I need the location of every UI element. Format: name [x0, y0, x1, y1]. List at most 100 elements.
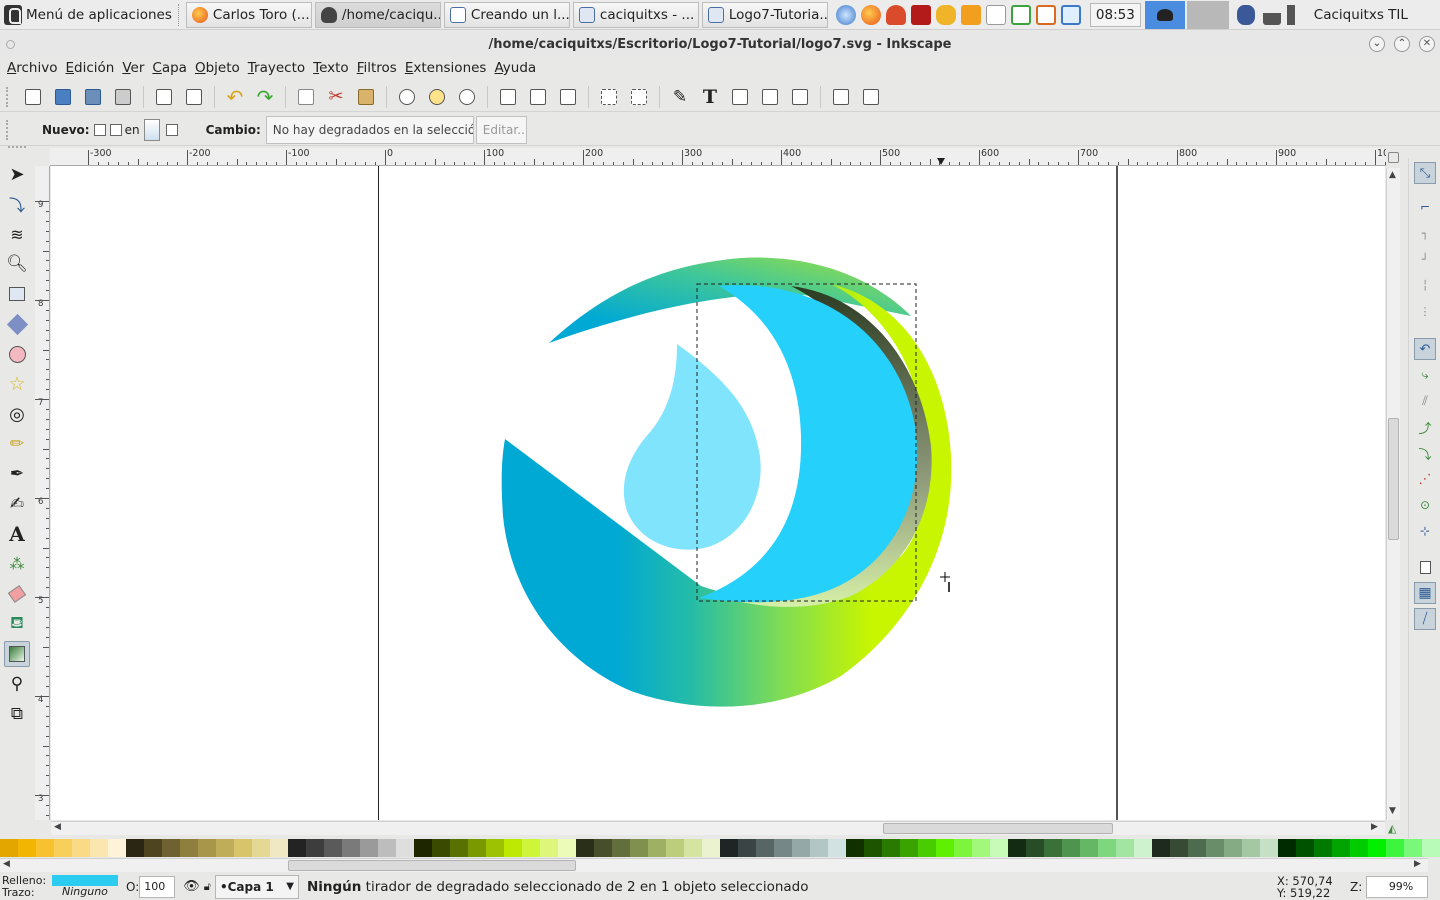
- cut-button[interactable]: ✂: [324, 85, 348, 109]
- zoom-tool[interactable]: 🔍︎: [4, 251, 30, 277]
- scroll-up-icon[interactable]: ▲: [1389, 170, 1396, 180]
- palette-swatch[interactable]: [1332, 839, 1350, 857]
- palette-swatch[interactable]: [522, 839, 540, 857]
- palette-swatch[interactable]: [1404, 839, 1422, 857]
- palette-swatch[interactable]: [576, 839, 594, 857]
- game-launcher-icon[interactable]: [885, 4, 906, 25]
- snap-rotation-toggle[interactable]: ⊹: [1414, 520, 1436, 542]
- volume-icon[interactable]: [1286, 4, 1307, 25]
- radial-gradient-toggle[interactable]: [109, 123, 122, 136]
- palette-swatch[interactable]: [1206, 839, 1224, 857]
- gradient-select[interactable]: No hay degradados en la selección: [265, 115, 474, 144]
- palette-swatch[interactable]: [144, 839, 162, 857]
- palette-scroll-left-icon[interactable]: ◀: [3, 859, 10, 869]
- palette-swatch[interactable]: [450, 839, 468, 857]
- tweak-tool[interactable]: ≋: [4, 221, 30, 247]
- palette-swatch[interactable]: [432, 839, 450, 857]
- menu-objeto[interactable]: Objeto: [191, 60, 244, 76]
- duplicate-button[interactable]: [496, 85, 520, 109]
- palette-swatch[interactable]: [90, 839, 108, 857]
- scroll-right-icon[interactable]: ▶: [1371, 822, 1378, 832]
- palette-swatch[interactable]: [792, 839, 810, 857]
- group-button[interactable]: [597, 85, 621, 109]
- palette-swatch[interactable]: [1008, 839, 1026, 857]
- layers-button[interactable]: [728, 85, 752, 109]
- palette-swatch[interactable]: [810, 839, 828, 857]
- horizontal-scroll-thumb[interactable]: [883, 823, 1113, 834]
- palette-swatch[interactable]: [234, 839, 252, 857]
- palette-swatch[interactable]: [306, 839, 324, 857]
- menu-ver[interactable]: Ver: [118, 60, 148, 76]
- new-document-button[interactable]: [21, 85, 45, 109]
- edit-gradient-button[interactable]: Editar...: [475, 115, 527, 144]
- palette-swatch[interactable]: [36, 839, 54, 857]
- spiral-tool[interactable]: ◎: [4, 401, 30, 427]
- copy-button[interactable]: [294, 85, 318, 109]
- clock[interactable]: 08:53: [1089, 2, 1141, 27]
- node-tool[interactable]: ⤵: [4, 191, 30, 217]
- spray-tool[interactable]: ⁂: [4, 551, 30, 577]
- snap-guides-toggle[interactable]: ⧸: [1414, 608, 1436, 630]
- close-button[interactable]: ✕: [1419, 36, 1435, 52]
- screenshot-launcher-icon[interactable]: [1060, 4, 1081, 25]
- network-signal-icon[interactable]: [1262, 4, 1281, 25]
- connector-tool[interactable]: ⧉: [4, 701, 30, 727]
- pen-tool[interactable]: ✒: [4, 461, 30, 487]
- layer-lock-icon[interactable]: 🔓︎: [204, 880, 211, 894]
- palette-swatch[interactable]: [1098, 839, 1116, 857]
- snap-smooth-toggle[interactable]: ⤵: [1414, 442, 1436, 464]
- palette-swatch[interactable]: [702, 839, 720, 857]
- workspace-1[interactable]: [1144, 0, 1185, 29]
- snap-bbox-centers-toggle[interactable]: ⋮: [1414, 300, 1436, 322]
- palette-swatch[interactable]: [270, 839, 288, 857]
- text-tool[interactable]: A: [4, 521, 30, 547]
- linear-gradient-toggle[interactable]: [93, 123, 106, 136]
- palette-swatch[interactable]: [504, 839, 522, 857]
- snap-enable-toggle[interactable]: ⤡: [1414, 162, 1436, 184]
- stroke-value[interactable]: Ninguno: [52, 886, 122, 898]
- rectangle-tool[interactable]: [4, 281, 30, 307]
- chromium-launcher-icon[interactable]: [835, 4, 856, 25]
- palette-swatch[interactable]: [828, 839, 846, 857]
- palette-scrollbar[interactable]: ◀ ▶: [0, 858, 1428, 872]
- document-properties-button[interactable]: [829, 85, 853, 109]
- edit-launcher-icon[interactable]: [960, 4, 981, 25]
- palette-swatch[interactable]: [630, 839, 648, 857]
- paint-bucket-tool[interactable]: ⛾: [4, 611, 30, 637]
- menu-trayecto[interactable]: Trayecto: [244, 60, 309, 76]
- palette-swatch[interactable]: [1224, 839, 1242, 857]
- palette-swatch[interactable]: [108, 839, 126, 857]
- drawing-canvas[interactable]: [51, 166, 1385, 820]
- palette-swatch[interactable]: [126, 839, 144, 857]
- gradient-tool[interactable]: [4, 641, 30, 667]
- snap-bbox-edges-toggle[interactable]: ┐: [1414, 222, 1436, 244]
- palette-swatch[interactable]: [540, 839, 558, 857]
- undo-button[interactable]: ↶: [223, 85, 247, 109]
- palette-swatch[interactable]: [252, 839, 270, 857]
- terminal-launcher-icon[interactable]: [910, 4, 931, 25]
- zoom-page-button[interactable]: [455, 85, 479, 109]
- palette-swatch[interactable]: [216, 839, 234, 857]
- snap-bbox-midpoints-toggle[interactable]: ╎: [1414, 274, 1436, 296]
- layer-visibility-icon[interactable]: 👁︎: [183, 879, 200, 894]
- workspace-2[interactable]: [1186, 0, 1229, 29]
- task-writer[interactable]: Creando un l...: [443, 1, 570, 28]
- snap-cusp-toggle[interactable]: ⤴: [1414, 416, 1436, 438]
- palette-swatch[interactable]: [684, 839, 702, 857]
- layer-select[interactable]: •Capa 1 ▼: [214, 874, 299, 899]
- ellipse-tool[interactable]: [4, 341, 30, 367]
- palette-swatch[interactable]: [1152, 839, 1170, 857]
- eraser-tool[interactable]: [4, 581, 30, 607]
- opacity-spinbox[interactable]: 100: [139, 875, 176, 898]
- redo-button[interactable]: ↷: [253, 85, 277, 109]
- print-button[interactable]: [111, 85, 135, 109]
- palette-swatch[interactable]: [360, 839, 378, 857]
- snap-paths-toggle[interactable]: ⤷: [1414, 364, 1436, 386]
- app-menu-button[interactable]: Menú de aplicaciones: [0, 1, 176, 29]
- palette-swatch[interactable]: [1296, 839, 1314, 857]
- palette-swatch[interactable]: [1350, 839, 1368, 857]
- toolbox-handle[interactable]: [8, 146, 26, 152]
- task-folder-2[interactable]: Logo7-Tutoria...: [701, 1, 828, 28]
- palette-swatch[interactable]: [864, 839, 882, 857]
- text-launcher-icon[interactable]: [985, 4, 1006, 25]
